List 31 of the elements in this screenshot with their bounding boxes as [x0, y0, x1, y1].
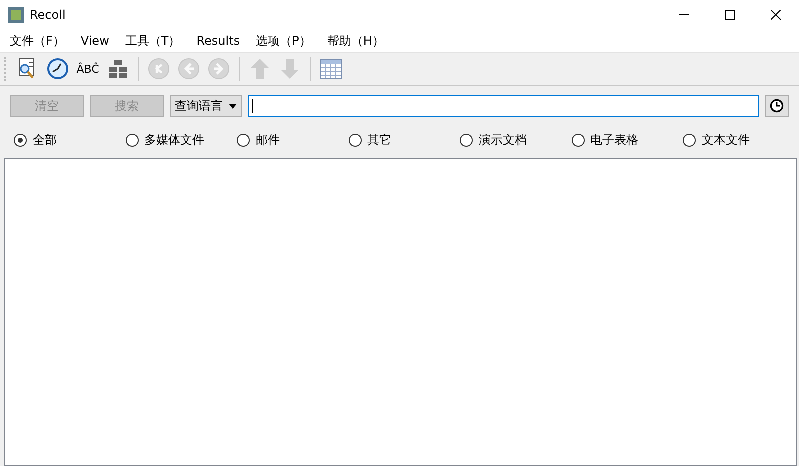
history-button[interactable] — [765, 95, 789, 117]
filter-radio[interactable]: 全部 — [14, 132, 57, 148]
clock-icon — [770, 99, 784, 113]
spelling-button[interactable]: ÂBĈ — [74, 55, 102, 83]
table-grid-icon — [320, 59, 342, 79]
search-field[interactable] — [248, 95, 759, 117]
query-language-dropdown[interactable]: 查询语言 — [170, 95, 242, 117]
window-title: Recoll — [30, 8, 67, 22]
clock-icon — [47, 58, 69, 80]
maximize-icon — [725, 10, 735, 20]
stacked-blocks-icon — [107, 59, 129, 79]
menu-item[interactable]: 文件（F） — [2, 31, 73, 51]
left-arrow-circle-icon — [148, 58, 170, 80]
filter-radio[interactable]: 其它 — [348, 132, 392, 148]
menu-item[interactable]: 帮助（H） — [319, 31, 392, 51]
filter-radio[interactable]: 多媒体文件 — [126, 132, 204, 148]
menu-item[interactable]: 选项（P） — [248, 31, 320, 51]
filter-radio[interactable]: 演示文档 — [460, 132, 527, 148]
up-arrow-icon — [250, 58, 270, 80]
menu-item[interactable]: 工具（T） — [117, 31, 189, 51]
menu-item[interactable]: View — [72, 31, 118, 51]
filter-radio[interactable]: 邮件 — [237, 132, 280, 148]
filter-radio[interactable]: 文本文件 — [683, 132, 750, 148]
down-arrow-icon — [280, 58, 300, 80]
menu-item[interactable]: Results — [188, 31, 248, 51]
left-arrow-circle-icon — [178, 58, 200, 80]
dropdown-triangle-icon — [229, 104, 237, 108]
close-icon — [771, 10, 781, 20]
app-icon — [8, 7, 24, 23]
right-arrow-circle-icon — [208, 58, 230, 80]
filter-radio[interactable]: 电子表格 — [572, 132, 638, 148]
